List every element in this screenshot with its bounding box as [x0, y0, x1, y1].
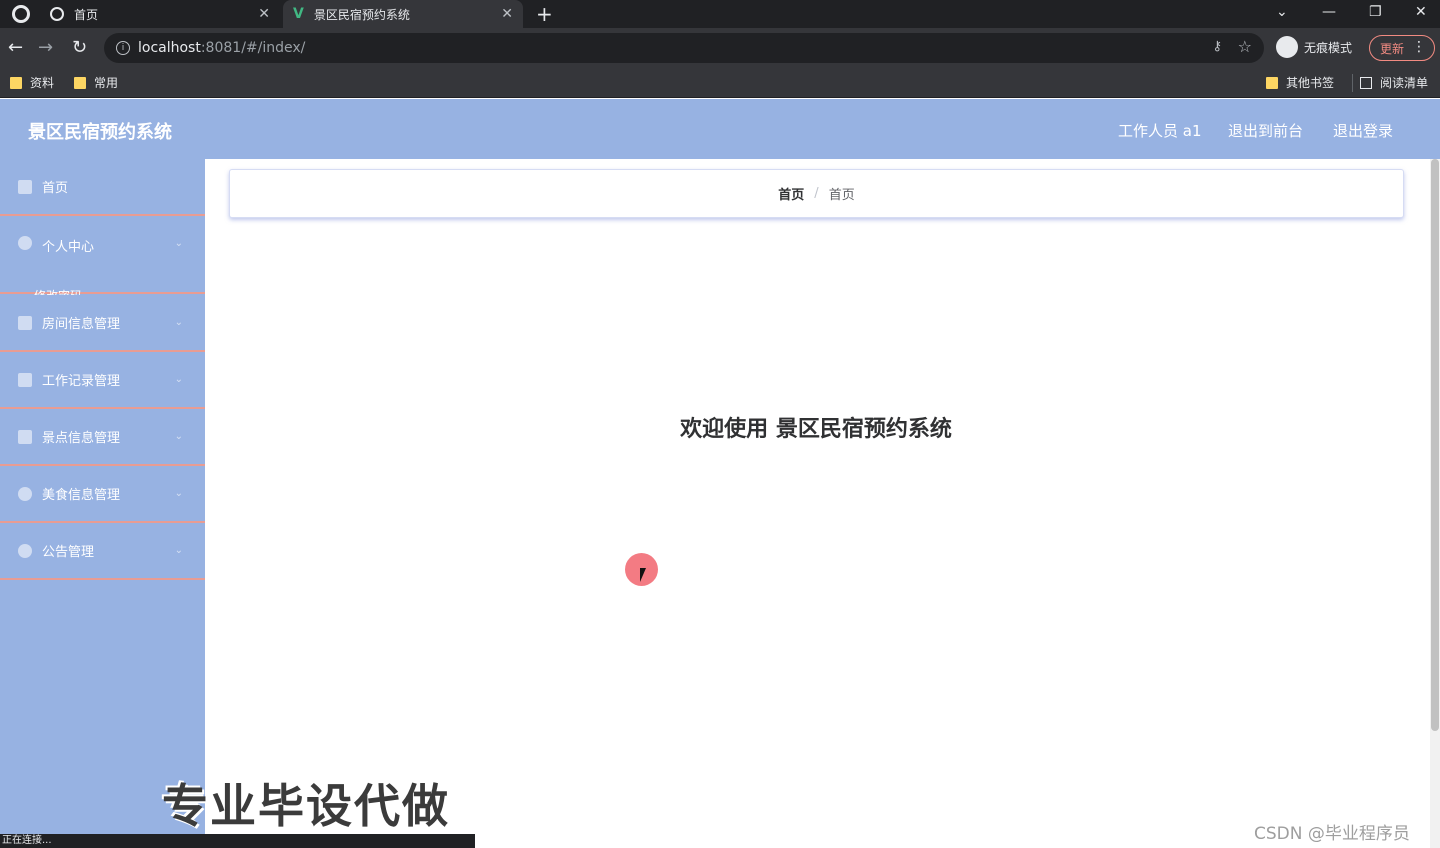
grid-icon: [18, 429, 32, 444]
more-icon: ⋮: [1412, 39, 1426, 55]
sidebar-item-label: 房间信息管理: [42, 317, 121, 332]
window-close-icon[interactable]: ✕: [1415, 4, 1427, 20]
close-icon[interactable]: ✕: [501, 6, 513, 22]
bookmark-label: 常用: [94, 76, 119, 90]
bookmark-label: 其他书签: [1286, 76, 1335, 90]
bookmark-label: 资料: [30, 76, 55, 90]
scrollbar-thumb[interactable]: [1431, 159, 1439, 731]
bookmark-folder[interactable]: 其他书签: [1266, 74, 1334, 91]
sidebar-item-label: 首页: [42, 181, 69, 196]
folder-icon: [74, 76, 86, 89]
browser-status-bubble: 正在连接...: [0, 834, 475, 848]
vue-icon: V: [293, 6, 304, 22]
sidebar-item-room[interactable]: 房间信息管理 ⌄: [0, 295, 205, 352]
sidebar: 首页 个人中心 ⌄ 修改密码 房间信息管理 ⌄ 工作记录管理 ⌄ 景点信息管理 …: [0, 159, 205, 848]
main-content: 首页 / 首页 欢迎使用 景区民宿预约系统: [205, 159, 1440, 848]
back-icon[interactable]: ←: [8, 37, 23, 58]
sidebar-item-notice[interactable]: 公告管理 ⌄: [0, 523, 205, 580]
sidebar-item-label: 公告管理: [42, 545, 95, 560]
reload-icon[interactable]: ↻: [72, 37, 87, 58]
incognito-indicator[interactable]: 无痕模式: [1276, 36, 1352, 58]
chevron-down-icon: ⌄: [174, 488, 183, 499]
breadcrumb-current: 首页: [828, 188, 855, 203]
browser-address-bar: ← → ↻ i localhost:8081/#/index/ ⚷ ☆ 无痕模式…: [0, 28, 1440, 68]
key-icon[interactable]: ⚷: [1212, 39, 1222, 54]
scrollbar[interactable]: [1430, 159, 1440, 848]
sidebar-item-profile[interactable]: 个人中心 ⌄: [0, 216, 205, 294]
food-icon: [18, 486, 32, 501]
new-tab-icon[interactable]: +: [536, 2, 553, 26]
app-title: 景区民宿预约系统: [28, 122, 172, 143]
record-icon: [18, 372, 32, 387]
watermark-banner: 专业毕设代做: [162, 779, 450, 833]
chevron-down-icon: ⌄: [174, 431, 183, 442]
reading-list[interactable]: 阅读清单: [1360, 74, 1428, 91]
sidebar-item-label: 景点信息管理: [42, 431, 121, 446]
room-icon: [18, 315, 32, 330]
url-input[interactable]: i localhost:8081/#/index/ ⚷ ☆: [104, 33, 1264, 63]
folder-icon: [10, 76, 22, 89]
tab-search-icon[interactable]: ⌄: [1276, 4, 1288, 20]
bookmark-label: 阅读清单: [1380, 76, 1429, 90]
update-button[interactable]: 更新 ⋮: [1369, 35, 1435, 61]
forward-icon[interactable]: →: [38, 37, 53, 58]
chevron-down-icon: ⌄: [174, 545, 183, 556]
app-header: 景区民宿预约系统 工作人员 a1 退出到前台 退出登录: [0, 99, 1440, 159]
user-icon: [18, 236, 32, 250]
url-host: localhost: [138, 40, 201, 56]
bookmarks-bar: 资料 常用 其他书签 阅读清单: [0, 68, 1440, 98]
exit-to-frontend-link[interactable]: 退出到前台: [1228, 120, 1303, 141]
globe-icon: [50, 7, 64, 21]
chevron-down-icon: ⌄: [174, 317, 183, 328]
browser-logo-icon: [12, 5, 30, 23]
home-icon: [18, 179, 32, 194]
incognito-icon: [1276, 36, 1298, 58]
bookmark-folder[interactable]: 常用: [74, 74, 118, 91]
bookmark-divider: [1352, 74, 1353, 92]
tab-system[interactable]: V 景区民宿预约系统 ✕: [283, 0, 523, 28]
reading-list-icon: [1360, 76, 1372, 89]
star-icon[interactable]: ☆: [1238, 37, 1252, 56]
logout-link[interactable]: 退出登录: [1333, 120, 1393, 141]
sidebar-item-home[interactable]: 首页: [0, 159, 205, 216]
sidebar-item-label: 美食信息管理: [42, 488, 121, 503]
tab-label: 首页: [74, 7, 99, 22]
sidebar-subitem-password[interactable]: 修改密码: [34, 287, 82, 295]
info-icon[interactable]: i: [116, 41, 130, 55]
minimize-icon[interactable]: —: [1322, 4, 1336, 20]
sidebar-item-label: 工作记录管理: [42, 374, 121, 389]
welcome-title: 欢迎使用 景区民宿预约系统: [680, 417, 952, 442]
sidebar-item-work-record[interactable]: 工作记录管理 ⌄: [0, 352, 205, 409]
chevron-down-icon: ⌄: [174, 238, 183, 249]
tab-label: 景区民宿预约系统: [313, 7, 410, 22]
restore-icon[interactable]: ❐: [1369, 4, 1382, 20]
folder-icon: [1266, 76, 1278, 89]
chevron-down-icon: ⌄: [174, 374, 183, 385]
user-label: 工作人员 a1: [1118, 122, 1202, 140]
update-label: 更新: [1380, 41, 1405, 56]
tab-home[interactable]: 首页 ✕: [40, 0, 280, 28]
incognito-label: 无痕模式: [1304, 40, 1353, 55]
breadcrumb: 首页 / 首页: [229, 169, 1404, 218]
sidebar-item-label: 个人中心: [42, 240, 95, 255]
cursor-arrow-icon: [640, 568, 652, 582]
browser-tab-bar: 首页 ✕ V 景区民宿预约系统 ✕ + ⌄ — ❐ ✕: [0, 0, 1440, 28]
close-icon[interactable]: ✕: [258, 6, 270, 22]
url-path: :8081/#/index/: [200, 40, 306, 56]
notice-icon: [18, 543, 32, 558]
sidebar-item-food[interactable]: 美食信息管理 ⌄: [0, 466, 205, 523]
breadcrumb-separator: /: [814, 186, 819, 201]
bookmark-folder[interactable]: 资料: [10, 74, 54, 91]
breadcrumb-home[interactable]: 首页: [778, 184, 804, 203]
sidebar-item-attractions[interactable]: 景点信息管理 ⌄: [0, 409, 205, 466]
watermark-csdn: CSDN @毕业程序员: [1254, 824, 1410, 844]
